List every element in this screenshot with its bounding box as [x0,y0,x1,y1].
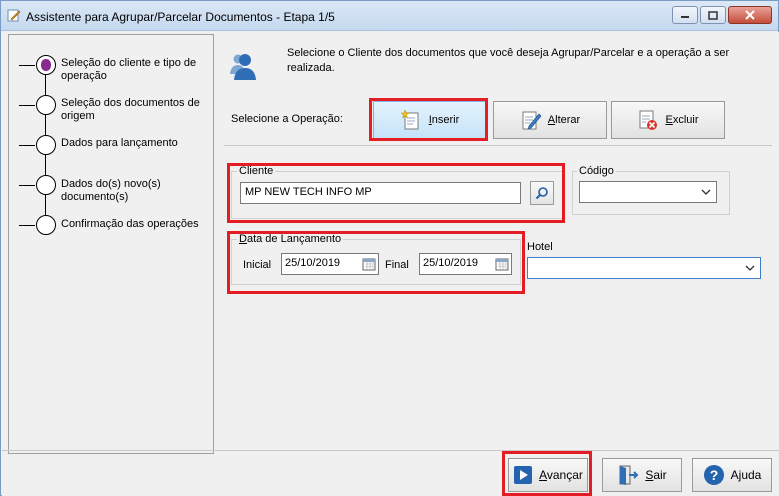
final-date-value: 25/10/2019 [423,257,479,269]
avancar-button[interactable]: Avançar [508,458,588,492]
final-date-input[interactable]: 25/10/2019 [419,253,512,275]
step-active-icon [36,55,56,75]
inicial-label: Inicial [243,259,272,271]
wizard-window: Assistente para Agrupar/Parcelar Documen… [0,0,779,496]
avancar-label: vançar [546,468,583,482]
insert-doc-icon [400,109,419,130]
users-icon [230,54,256,80]
step-label: Dados do(s) novo(s) documento(s) [61,178,161,203]
steps-panel: Seleção do cliente e tipo de operação Se… [8,34,214,454]
step-circle-icon [36,215,56,235]
step-label: Confirmação das operações [61,218,199,230]
delete-button[interactable]: Excluir [611,101,725,139]
maximize-button[interactable] [700,6,726,24]
chevron-down-icon [701,189,711,195]
step-circle-icon [36,175,56,195]
cliente-search-button[interactable] [530,181,554,205]
search-icon [535,187,548,200]
ajuda-button[interactable]: ? Ajuda [692,458,772,492]
avancar-mnemonic: A [539,468,547,482]
cliente-group-title: Cliente [237,165,276,177]
inicial-date-value: 25/10/2019 [285,257,341,269]
step-label: Dados para lançamento [61,137,178,149]
edit-button[interactable]: Alterar [493,101,607,139]
minimize-icon [681,16,689,18]
wizard-body: Seleção do cliente e tipo de operação Se… [2,32,779,496]
title-bar[interactable]: Assistente para Agrupar/Parcelar Documen… [1,1,778,31]
inicial-date-input[interactable]: 25/10/2019 [281,253,379,275]
section-separator [224,145,772,146]
exit-door-icon [619,465,639,485]
sair-button[interactable]: Sair [602,458,682,492]
app-pencil-icon [7,9,21,22]
final-label: Final [385,259,409,271]
svg-text:?: ? [709,467,718,483]
codigo-group-title: Código [577,165,616,177]
codigo-combo[interactable] [579,181,717,203]
step-circle-icon [36,95,56,115]
step-label: Seleção dos documentos de origem [61,97,200,122]
cliente-input[interactable]: MP NEW TECH INFO MP [240,182,521,204]
delete-label-mnemonic: E [665,114,673,126]
calendar-icon[interactable] [362,257,376,271]
data-lancamento-title: Data de Lançamento [237,233,344,245]
edit-doc-icon [522,111,542,130]
insert-label: nserir [431,114,460,126]
window-title: Assistente para Agrupar/Parcelar Documen… [26,10,335,24]
insert-button[interactable]: Inserir [373,101,487,139]
help-icon: ? [703,465,724,485]
hotel-combo[interactable] [527,257,761,279]
step-label: Seleção do cliente e tipo de operação [61,57,197,82]
step-circle-icon [36,135,56,155]
maximize-icon [708,10,718,20]
hotel-label: Hotel [527,241,553,253]
operation-label: Selecione a Operação: [231,113,343,125]
footer-separator [2,450,779,451]
edit-label: lterar [555,114,581,126]
sair-label: air [653,468,667,482]
delete-label: xcluir [672,114,699,126]
close-icon [745,10,755,20]
calendar-icon[interactable] [495,257,509,271]
play-icon [514,466,533,484]
delete-doc-icon [639,110,658,130]
intro-text: Selecione o Cliente dos documentos que v… [287,47,730,74]
minimize-button[interactable] [672,6,698,24]
close-button[interactable] [728,6,772,24]
chevron-down-icon [745,265,755,271]
ajuda-label-rest: uda [741,468,762,482]
ajuda-label-start: Aj [730,468,742,482]
